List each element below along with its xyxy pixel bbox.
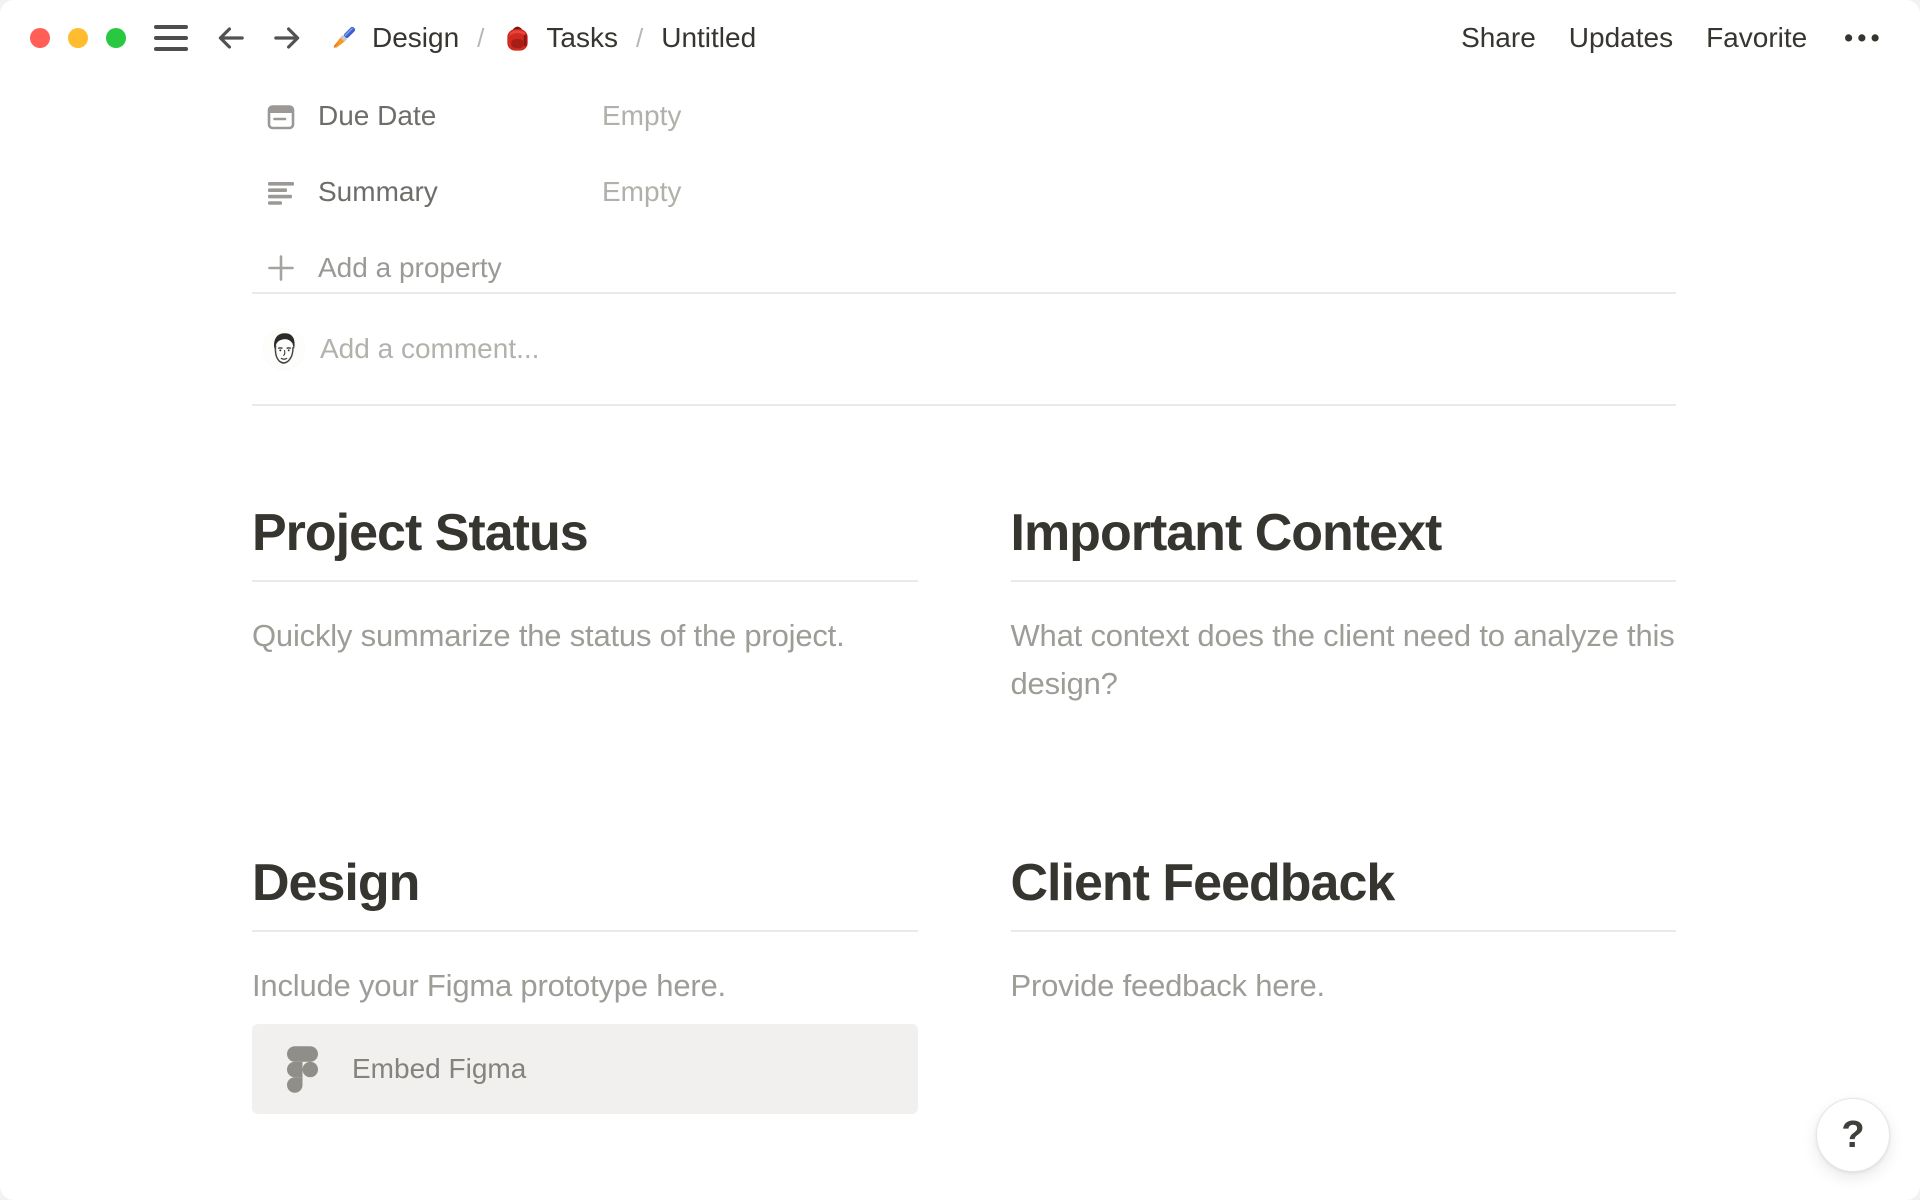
add-property-button[interactable]: Add a property <box>252 244 1676 292</box>
section-body-text[interactable]: Provide feedback here. <box>1011 962 1677 1010</box>
sections-grid: Project Status Quickly summarize the sta… <box>252 503 1676 1154</box>
divider <box>252 404 1676 406</box>
help-button[interactable]: ? <box>1816 1098 1890 1172</box>
property-label: Summary <box>318 176 438 207</box>
breadcrumb-item-tasks[interactable]: Tasks <box>502 22 618 54</box>
section-title[interactable]: Important Context <box>1011 503 1677 563</box>
section-important-context: Important Context What context does the … <box>1010 503 1677 708</box>
user-avatar <box>263 328 305 370</box>
back-arrow-icon[interactable] <box>214 21 248 55</box>
traffic-lights <box>30 28 126 48</box>
divider <box>252 930 918 932</box>
close-button[interactable] <box>30 28 50 48</box>
section-body-text[interactable]: What context does the client need to ana… <box>1011 612 1677 708</box>
properties-list: Due Date Empty Summary Empty Add a prope… <box>252 92 1676 292</box>
section-title[interactable]: Project Status <box>252 503 918 563</box>
embed-figma-button[interactable]: Embed Figma <box>252 1024 918 1114</box>
breadcrumb-label: Untitled <box>661 22 757 53</box>
breadcrumb-separator: / <box>635 22 644 53</box>
property-label: Due Date <box>318 100 437 131</box>
zoom-button[interactable] <box>106 28 126 48</box>
page-content: Due Date Empty Summary Empty Add a prope… <box>0 76 1920 1154</box>
breadcrumb-item-design[interactable]: Design <box>328 22 459 54</box>
property-row-due-date[interactable]: Due Date Empty <box>252 92 1676 140</box>
section-client-feedback: Client Feedback Provide feedback here. <box>1010 853 1677 1114</box>
breadcrumb-separator: / <box>477 22 485 53</box>
forward-arrow-icon[interactable] <box>270 21 304 55</box>
plus-icon <box>266 253 296 283</box>
more-options-icon[interactable]: ••• <box>1840 24 1884 53</box>
property-value[interactable]: Empty <box>602 100 681 132</box>
section-title[interactable]: Design <box>252 853 918 913</box>
title-bar: Design / Tasks / Untitled Share Updates … <box>0 0 1920 76</box>
section-project-status: Project Status Quickly summarize the sta… <box>252 503 918 708</box>
history-navigation <box>214 21 304 55</box>
comment-input[interactable]: Add a comment... <box>320 333 1676 365</box>
section-body-text[interactable]: Include your Figma prototype here. <box>252 962 918 1010</box>
figma-icon <box>287 1045 318 1093</box>
breadcrumb-label: Design <box>372 22 460 53</box>
add-property-label: Add a property <box>318 252 502 283</box>
text-lines-icon <box>266 177 296 207</box>
breadcrumb-label: Tasks <box>546 22 618 53</box>
topbar-actions: Share Updates Favorite ••• <box>1461 22 1884 54</box>
divider <box>252 580 918 582</box>
sidebar-menu-icon[interactable] <box>154 25 188 51</box>
embed-figma-label: Embed Figma <box>352 1053 527 1084</box>
breadcrumb-item-untitled[interactable]: Untitled <box>661 22 756 54</box>
section-title[interactable]: Client Feedback <box>1011 853 1677 913</box>
minimize-button[interactable] <box>68 28 88 48</box>
section-body-text[interactable]: Quickly summarize the status of the proj… <box>252 612 918 660</box>
updates-button[interactable]: Updates <box>1569 22 1673 54</box>
property-value[interactable]: Empty <box>602 176 681 208</box>
favorite-button[interactable]: Favorite <box>1706 22 1807 54</box>
comment-section: Add a comment... <box>252 294 1676 404</box>
share-button[interactable]: Share <box>1461 22 1536 54</box>
backpack-icon <box>502 23 533 54</box>
notion-window: Design / Tasks / Untitled Share Updates … <box>0 0 1920 1200</box>
divider <box>1010 930 1676 932</box>
divider <box>1010 580 1676 582</box>
property-row-summary[interactable]: Summary Empty <box>252 168 1676 216</box>
section-design: Design Include your Figma prototype here… <box>252 853 918 1114</box>
breadcrumb: Design / Tasks / Untitled <box>328 22 756 54</box>
paintbrush-icon <box>328 23 359 54</box>
calendar-icon <box>266 101 296 131</box>
